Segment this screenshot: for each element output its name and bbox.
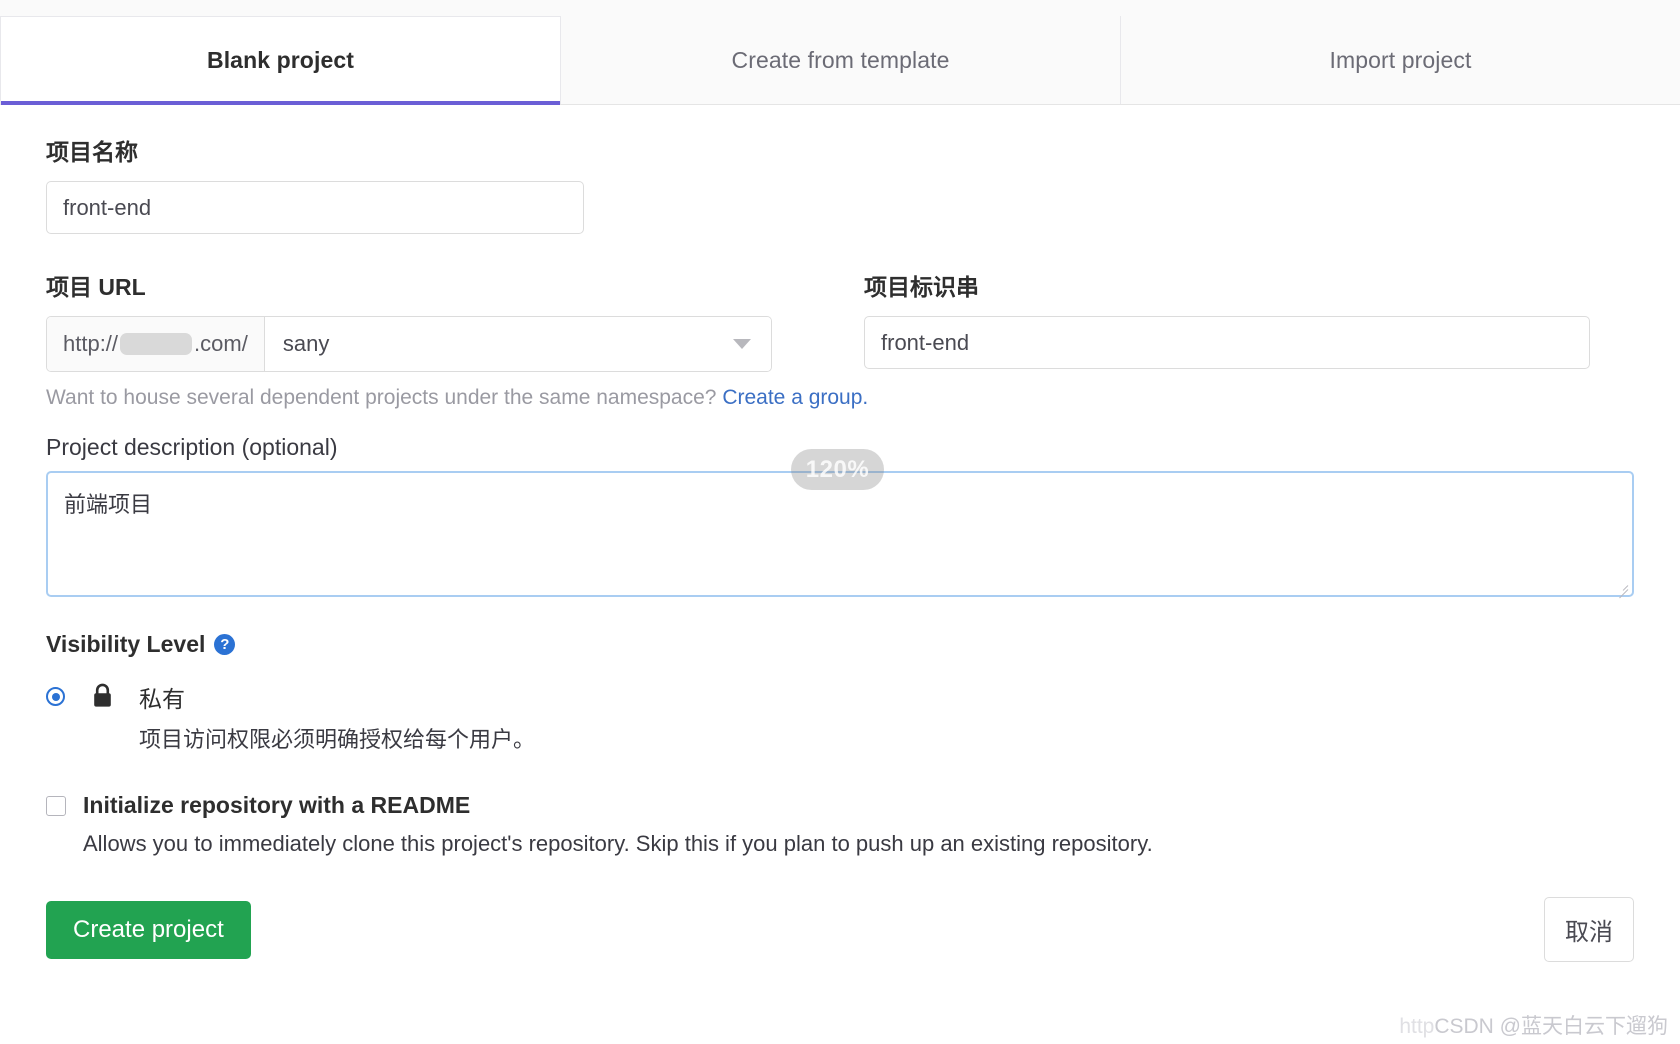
chevron-down-icon xyxy=(733,339,751,349)
namespace-select[interactable]: sany xyxy=(264,317,771,371)
create-a-group-link[interactable]: Create a group. xyxy=(722,386,868,409)
url-and-slug-row: 项目 URL http:// .com/ sany 项目标识串 xyxy=(46,268,1634,372)
project-slug-input[interactable] xyxy=(864,316,1590,369)
visibility-level-label: Visibility Level xyxy=(46,631,206,657)
visibility-level-title: Visibility Level ? xyxy=(46,631,1634,658)
tab-create-from-template[interactable]: Create from template xyxy=(561,16,1121,104)
project-url-input-group: http:// .com/ sany xyxy=(46,316,772,372)
visibility-option-private[interactable]: 私有 项目访问权限必须明确授权给每个用户。 xyxy=(46,680,1634,754)
create-project-page: Blank project Create from template Impor… xyxy=(0,0,1680,1044)
project-url-field: 项目 URL http:// .com/ sany xyxy=(46,268,818,372)
tab-import-project[interactable]: Import project xyxy=(1121,16,1680,104)
readme-label: Initialize repository with a README xyxy=(83,792,471,818)
visibility-radio-private[interactable] xyxy=(46,687,65,706)
watermark: httpCSDN @蓝天白云下遛狗 xyxy=(1399,1010,1668,1040)
watermark-text: CSDN @蓝天白云下遛狗 xyxy=(1434,1015,1668,1038)
zoom-level-badge: 120% xyxy=(791,449,884,490)
readme-description: Allows you to immediately clone this pro… xyxy=(83,831,1153,856)
project-url-label: 项目 URL xyxy=(46,274,146,300)
visibility-option-text: 私有 项目访问权限必须明确授权给每个用户。 xyxy=(139,680,535,754)
project-slug-label: 项目标识串 xyxy=(864,274,979,300)
tab-label: Import project xyxy=(1329,46,1472,73)
project-description-wrapper: 120% xyxy=(46,449,1634,599)
tab-label: Blank project xyxy=(206,47,354,73)
cancel-button[interactable]: 取消 xyxy=(1544,897,1634,962)
project-form: 项目名称 项目 URL http:// .com/ sany xyxy=(0,133,1680,962)
project-creation-tabs: Blank project Create from template Impor… xyxy=(0,0,1680,105)
watermark-faint-prefix: http xyxy=(1399,1015,1435,1038)
project-slug-field: 项目标识串 xyxy=(864,268,1616,372)
lock-icon xyxy=(92,683,113,713)
tab-blank-project[interactable]: Blank project xyxy=(0,16,561,105)
project-name-field: 项目名称 xyxy=(46,133,1634,234)
readme-section: Initialize repository with a README Allo… xyxy=(46,792,1634,857)
namespace-helper-text: Want to house several dependent projects… xyxy=(46,386,1634,410)
url-domain-suffix: .com/ xyxy=(194,331,248,356)
redacted-domain xyxy=(120,333,193,355)
visibility-option-name: 私有 xyxy=(139,686,185,712)
project-description-field: Project description (optional) 120% xyxy=(46,434,1634,599)
visibility-level-section: Visibility Level ? 私有 项目访问权限必须明确授权给每个用户。 xyxy=(46,631,1634,754)
helper-text: Want to house several dependent projects… xyxy=(46,386,717,409)
form-footer: Create project 取消 xyxy=(46,897,1634,962)
visibility-option-description: 项目访问权限必须明确授权给每个用户。 xyxy=(139,727,536,752)
url-scheme: http:// xyxy=(63,331,119,356)
readme-checkbox-row[interactable]: Initialize repository with a README xyxy=(46,792,1634,819)
question-mark-icon[interactable]: ? xyxy=(214,634,236,655)
namespace-selected-value: sany xyxy=(282,331,330,356)
url-prefix: http:// .com/ xyxy=(47,317,265,371)
project-name-input[interactable] xyxy=(46,181,584,234)
project-name-label: 项目名称 xyxy=(46,139,138,165)
create-project-button[interactable]: Create project xyxy=(46,900,251,959)
tab-label: Create from template xyxy=(731,46,950,73)
readme-checkbox[interactable] xyxy=(46,795,66,816)
